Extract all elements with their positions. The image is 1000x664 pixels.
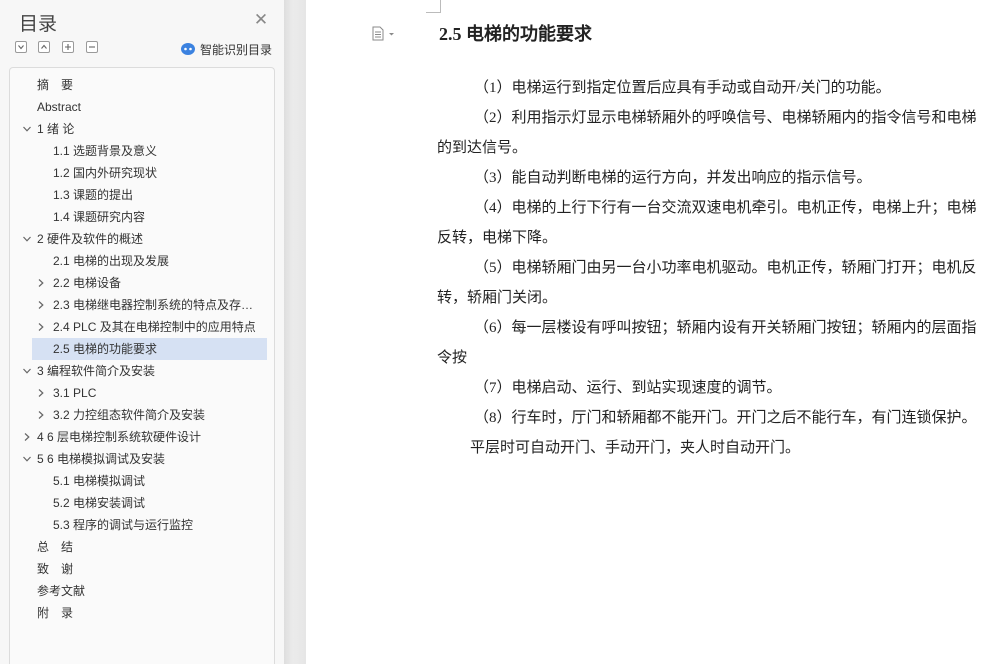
paragraph-line: （3）能自动判断电梯的运行方向，并发出响应的指示信号。 [474,170,872,186]
toc-item[interactable]: 5.2 电梯安装调试 [32,492,267,514]
toc-item-label: 1.2 国内外研究现状 [53,166,158,180]
toc-item[interactable]: 5.3 程序的调试与运行监控 [32,514,267,536]
toc-item-label: 3.1 PLC [53,386,97,400]
toc-list: 摘 要 Abstract 1 绪 论 1.1 选题背景及意义 1.2 国内外研究现状 1.… [9,67,275,664]
toc-item-label: 2 硬件及软件的概述 [37,232,144,246]
minus-icon [89,46,95,48]
section-heading: 2.5 电梯的功能要求 [439,24,592,44]
paragraph-line: 转，轿厢门关闭。 [437,290,558,306]
toc-item-label: 2.4 PLC 及其在电梯控制中的应用特点 [53,320,256,334]
toc-item-label: 1.3 课题的提出 [53,188,134,202]
toc-item[interactable]: 2.1 电梯的出现及发展 [32,250,267,272]
add-heading-button[interactable] [62,41,74,53]
toc-item[interactable]: 2.5 电梯的功能要求 [32,338,267,360]
toc-item[interactable]: 1.2 国内外研究现状 [32,162,267,184]
toc-item-label: 3 编程软件简介及安装 [37,364,156,378]
chevron-right-icon[interactable] [22,426,34,448]
paragraph-line: （6）每一层楼设有呼叫按钮；轿厢内设有开关轿厢门按钮；轿厢内的层面指 [474,320,977,336]
toc-item-label: 致 谢 [37,562,74,576]
toc-item-label: 2.3 电梯继电器控制系统的特点及存在的问题 [53,298,260,312]
paragraph-line: （4）电梯的上行下行有一台交流双速电机牵引。电机正传，电梯上升；电梯 [474,200,977,216]
paragraph-line: 反转，电梯下降。 [437,230,558,246]
chevron-right-icon[interactable] [36,316,48,338]
chevron-up-icon [41,44,47,49]
close-icon[interactable]: ✕ [253,12,269,29]
toc-item-label: Abstract [37,100,82,114]
chevron-down-icon[interactable] [22,448,34,470]
toc-item-label: 附 录 [37,606,74,620]
smart-recognize-button[interactable]: 智能识别目录 [180,40,272,58]
collapse-all-button[interactable] [15,41,27,53]
toc-item[interactable]: 5.1 电梯模拟调试 [32,470,267,492]
toc-item-label: 总 结 [37,540,74,554]
chevron-right-icon[interactable] [36,382,48,404]
chevron-right-icon[interactable] [36,272,48,294]
toc-item[interactable]: 1.1 选题背景及意义 [32,140,267,162]
toc-item[interactable]: 1.4 课题研究内容 [32,206,267,228]
chevron-right-icon[interactable] [36,404,48,426]
toc-item-label: 5.2 电梯安装调试 [53,496,146,510]
toc-item[interactable]: 致 谢 [18,558,267,580]
toc-item[interactable]: 1.3 课题的提出 [32,184,267,206]
chevron-down-icon[interactable] [22,228,34,250]
toc-title: 目录 [19,13,58,35]
chevron-down-icon[interactable] [22,118,34,140]
chevron-down-icon [18,45,24,50]
toc-item-label: 1.1 选题背景及意义 [53,144,158,158]
smart-recognize-label: 智能识别目录 [200,42,273,57]
toc-item-label: 2.2 电梯设备 [53,276,122,290]
toc-item[interactable]: 2.3 电梯继电器控制系统的特点及存在的问题 [32,294,267,316]
plus-icon [65,44,71,50]
document-page[interactable]: 2.5 电梯的功能要求 （1）电梯运行到指定位置后应具有手动或自动开/关门的功能… [306,0,1000,664]
toc-item[interactable]: 2.4 PLC 及其在电梯控制中的应用特点 [32,316,267,338]
toc-item[interactable]: 参考文献 [18,580,267,602]
toc-item[interactable]: 1 绪 论 [18,118,267,140]
paragraph-line: （1）电梯运行到指定位置后应具有手动或自动开/关门的功能。 [474,80,891,96]
toc-item[interactable]: 总 结 [18,536,267,558]
toc-item[interactable]: 2 硬件及软件的概述 [18,228,267,250]
page-corner-mark [426,0,441,13]
toc-item[interactable]: 3.2 力控组态软件简介及安装 [32,404,267,426]
toc-item-label: 4 6 层电梯控制系统软硬件设计 [37,430,202,444]
toc-item-label: 1 绪 论 [37,122,75,136]
toc-panel: 目录 ✕ 智能识别目录 摘 要 Abstract 1 绪 论 1.1 选题背景及意义 1… [0,0,284,664]
paragraph-line: 平层时可自动开门、手动开门，夹人时自动开门。 [470,440,801,456]
toc-item[interactable]: 3.1 PLC [32,382,267,404]
toc-item-label: 5.1 电梯模拟调试 [53,474,146,488]
paragraph-menu-icon[interactable] [372,26,398,46]
paragraph-line: （5）电梯轿厢门由另一台小功率电机驱动。电机正传，轿厢门打开；电机反 [474,260,977,276]
expand-all-button[interactable] [38,41,50,53]
toc-item-label: 1.4 课题研究内容 [53,210,146,224]
chevron-right-icon[interactable] [36,294,48,316]
toc-item[interactable]: 附 录 [18,602,267,624]
toc-item-label: 参考文献 [37,584,86,598]
paragraph-line: 的到达信号。 [437,140,528,156]
toc-item[interactable]: Abstract [18,96,267,118]
paragraph-line: （8）行车时，厅门和轿厢都不能开门。开门之后不能行车，有门连锁保护。 [474,410,977,426]
paragraph-line: 令按 [437,350,468,366]
paragraph-line: （7）电梯启动、运行、到站实现速度的调节。 [474,380,782,396]
toc-item-label: 5.3 程序的调试与运行监控 [53,518,194,532]
smart-recognize-icon [181,43,195,55]
toc-item-label: 5 6 电梯模拟调试及安装 [37,452,166,466]
chevron-down-icon[interactable] [22,360,34,382]
toc-item[interactable]: 摘 要 [18,74,267,96]
toc-item[interactable]: 3 编程软件简介及安装 [18,360,267,382]
toc-item[interactable]: 5 6 电梯模拟调试及安装 [18,448,267,470]
toc-item-label: 3.2 力控组态软件简介及安装 [53,408,206,422]
toc-item-label: 2.5 电梯的功能要求 [53,342,158,356]
panel-splitter[interactable] [284,0,306,664]
paragraph-line: （2）利用指示灯显示电梯轿厢外的呼唤信号、电梯轿厢内的指令信号和电梯 [474,110,977,126]
toc-item-label: 摘 要 [37,78,74,92]
toc-item-label: 2.1 电梯的出现及发展 [53,254,170,268]
remove-heading-button[interactable] [86,41,98,53]
toc-item[interactable]: 2.2 电梯设备 [32,272,267,294]
toc-item[interactable]: 4 6 层电梯控制系统软硬件设计 [18,426,267,448]
